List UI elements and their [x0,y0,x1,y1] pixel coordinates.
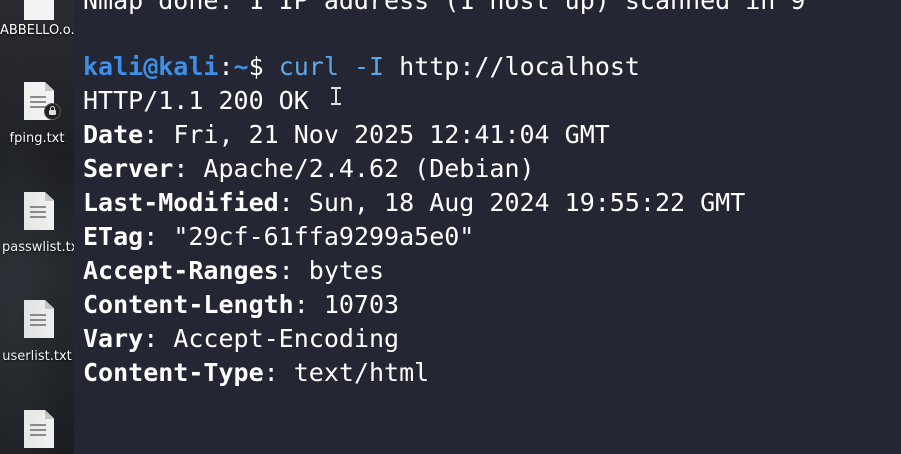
http-header-line: ETag: "29cf-61ffa9299a5e0" [83,220,474,254]
http-header-line: Content-Type: text/html [83,356,429,390]
http-header-value: Apache/2.4.62 (Debian) [203,154,535,183]
command-name: curl [278,52,339,81]
http-header-key: Accept-Ranges [83,256,279,285]
http-header-key: Content-Type [83,358,264,387]
desktop-file-label: fping.txt [9,131,65,146]
prompt-path: ~ [233,52,249,81]
http-header-separator: : [143,120,174,149]
lock-icon [44,103,61,120]
http-header-value: Sun, 18 Aug 2024 19:55:22 GMT [308,188,746,217]
http-header-key: Vary [83,324,144,353]
http-header-line: Server: Apache/2.4.62 (Debian) [83,152,535,186]
text-file-icon [24,82,54,120]
http-header-line: Date: Fri, 21 Nov 2025 12:41:04 GMT [83,118,610,152]
desktop-file-label: ABBELLO.o... [0,23,74,38]
terminal-prompt-line: kali@kali:~$ curl -I http://localhost [83,50,640,84]
http-header-key: ETag [83,222,144,251]
http-header-separator: : [173,154,204,183]
http-header-key: Server [83,154,174,183]
terminal-window[interactable]: Nmap done: 1 IP address (1 host up) scan… [74,0,901,454]
prompt-symbol: $ [248,52,279,81]
desktop-file-label: passwlist.txt [2,240,74,255]
text-file-icon [24,192,54,230]
text-file-icon [24,300,54,338]
desktop-panel: ABBELLO.o... fping.txt passwlist.txt us [0,0,74,454]
desktop-file-label: userlist.txt [2,349,72,364]
desktop-file-item[interactable]: passwlist.txt [0,190,74,265]
terminal-output-line: Nmap done: 1 IP address (1 host up) scan… [83,0,806,15]
http-header-separator: : [143,324,174,353]
http-header-value: Fri, 21 Nov 2025 12:41:04 GMT [173,120,610,149]
desktop-file-item[interactable]: userlist.txt [0,298,74,373]
http-header-line: Vary: Accept-Encoding [83,322,399,356]
http-header-line: Accept-Ranges: bytes [83,254,384,288]
command-argument: http://localhost [399,52,640,81]
text-file-icon [24,410,54,448]
http-header-line: Last-Modified: Sun, 18 Aug 2024 19:55:22… [83,186,745,220]
http-header-separator: : [263,358,294,387]
desktop-file-item[interactable] [0,408,74,454]
prompt-user-host: kali@kali [83,52,219,81]
http-header-key: Content-Length [83,290,294,319]
http-header-separator: : [143,222,174,251]
http-header-separator: : [278,188,309,217]
http-header-value: "29cf-61ffa9299a5e0" [173,222,475,251]
text-cursor-icon [331,87,341,105]
http-status-line: HTTP/1.1 200 OK [83,86,309,115]
http-header-separator: : [293,290,324,319]
http-header-key: Date [83,120,144,149]
http-header-separator: : [278,256,309,285]
desktop-file-item[interactable]: fping.txt [0,80,74,155]
http-header-value: text/html [293,358,430,387]
http-header-value: bytes [308,256,385,285]
desktop-file-item[interactable]: ABBELLO.o... [0,0,74,45]
http-header-value: Accept-Encoding [173,324,400,353]
http-header-value: 10703 [323,290,400,319]
text-file-icon [24,0,54,20]
prompt-separator: : [218,52,234,81]
http-header-line: Content-Length: 10703 [83,288,399,322]
http-header-key: Last-Modified [83,188,279,217]
command-flag: -I [353,52,385,81]
